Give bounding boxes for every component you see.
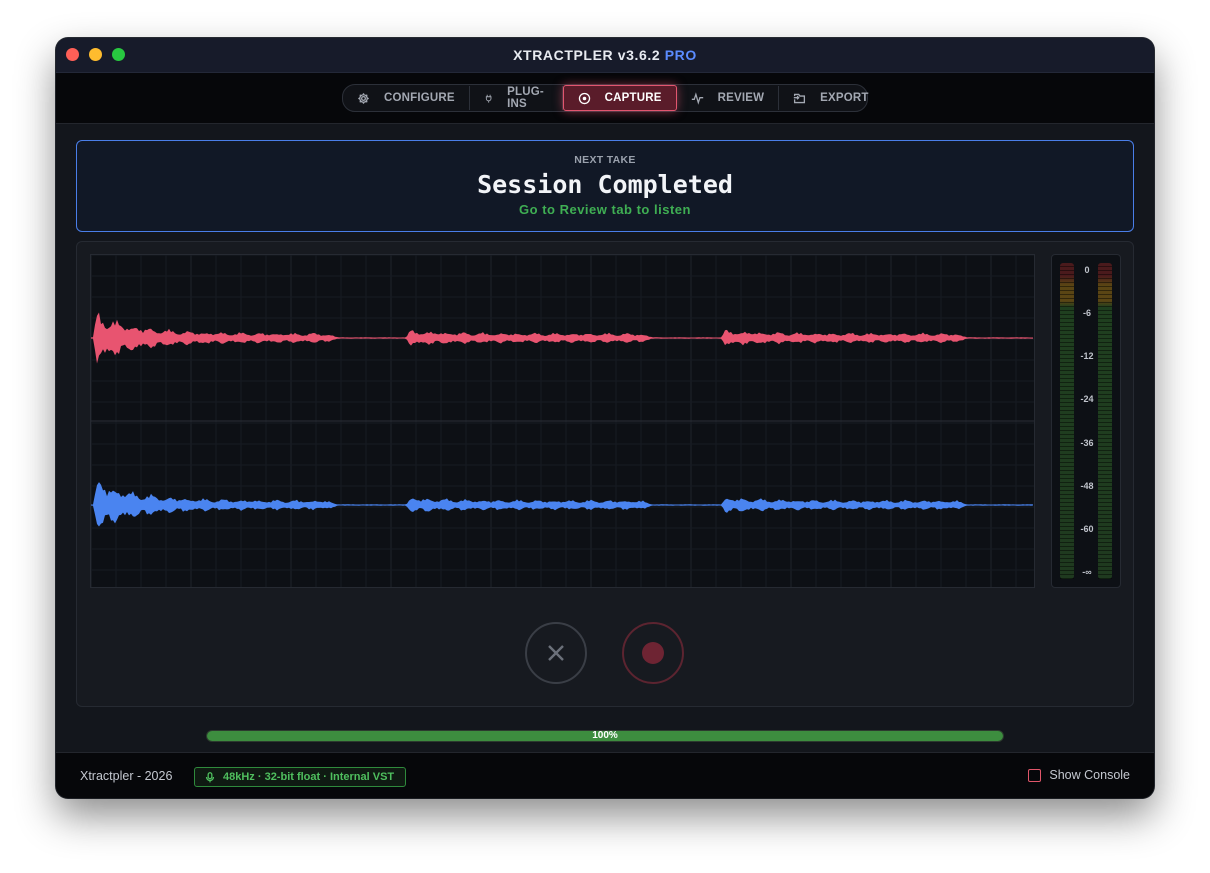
record-button[interactable] bbox=[622, 622, 684, 684]
tab-export[interactable]: EXPORT bbox=[779, 86, 883, 110]
meter-left-channel bbox=[1060, 263, 1074, 579]
meter-tick: -6 bbox=[1082, 308, 1091, 318]
pulse-icon bbox=[691, 91, 703, 105]
meter-tick: -36 bbox=[1080, 438, 1094, 448]
meter-right-channel bbox=[1098, 263, 1112, 579]
tab-bar: CONFIGURE PLUG-INS CAPTURE REVIEW EXPORT bbox=[342, 84, 868, 112]
capture-view: NEXT TAKE Session Completed Go to Review… bbox=[56, 124, 1154, 752]
tab-configure-label: CONFIGURE bbox=[384, 92, 455, 104]
show-console-label: Show Console bbox=[1049, 768, 1130, 782]
plug-icon bbox=[485, 94, 492, 103]
level-meter: 0 -6 -12 -24 -36 -48 -60 -∞ bbox=[1051, 254, 1121, 588]
meter-tick: -∞ bbox=[1082, 567, 1092, 577]
status-bar: Xtractpler - 2026 48kHz · 32-bit float ·… bbox=[56, 752, 1154, 798]
footer-brand: Xtractpler - 2026 bbox=[80, 769, 173, 783]
tab-plug-ins[interactable]: PLUG-INS bbox=[470, 86, 563, 110]
title-bar: XTRACTPLER v3.6.2 PRO bbox=[56, 38, 1154, 73]
waveform-left-channel bbox=[91, 312, 1033, 364]
meter-tick: -24 bbox=[1080, 394, 1094, 404]
meter-tick: 0 bbox=[1084, 265, 1090, 275]
record-dot-icon bbox=[642, 642, 664, 664]
window-title: XTRACTPLER v3.6.2 PRO bbox=[56, 47, 1154, 63]
export-icon bbox=[793, 93, 806, 103]
microphone-icon bbox=[205, 771, 215, 782]
show-console-checkbox[interactable] bbox=[1028, 768, 1042, 782]
tab-plug-ins-label: PLUG-INS bbox=[507, 86, 544, 110]
waveform-display bbox=[90, 254, 1035, 588]
window-title-main: XTRACTPLER v3.6.2 bbox=[513, 47, 661, 63]
next-take-label: NEXT TAKE bbox=[574, 154, 636, 166]
pro-badge: PRO bbox=[664, 47, 697, 63]
review-hint: Go to Review tab to listen bbox=[519, 202, 691, 217]
tab-review[interactable]: REVIEW bbox=[677, 86, 780, 110]
tab-capture-label: CAPTURE bbox=[604, 92, 662, 104]
next-take-banner: NEXT TAKE Session Completed Go to Review… bbox=[76, 140, 1134, 232]
audio-format-text: 48kHz · 32-bit float · Internal VST bbox=[223, 771, 395, 783]
meter-tick: -48 bbox=[1080, 481, 1094, 491]
capture-panel: 0 -6 -12 -24 -36 -48 -60 -∞ bbox=[76, 241, 1134, 707]
meter-tick: -12 bbox=[1080, 351, 1094, 361]
cancel-take-button[interactable] bbox=[525, 622, 587, 684]
tab-configure[interactable]: CONFIGURE bbox=[343, 86, 470, 110]
tab-review-label: REVIEW bbox=[717, 92, 765, 104]
nav-bar: CONFIGURE PLUG-INS CAPTURE REVIEW EXPORT bbox=[56, 73, 1154, 124]
tab-capture[interactable]: CAPTURE bbox=[562, 85, 677, 111]
audio-format-badge: 48kHz · 32-bit float · Internal VST bbox=[194, 767, 407, 787]
progress-percent: 100% bbox=[592, 730, 618, 741]
tab-export-label: EXPORT bbox=[820, 92, 869, 104]
capture-progress-bar: 100% bbox=[206, 730, 1004, 742]
close-icon bbox=[548, 645, 564, 661]
meter-tick: -60 bbox=[1080, 524, 1094, 534]
gear-icon bbox=[358, 92, 369, 104]
app-window: XTRACTPLER v3.6.2 PRO CONFIGURE PLUG-INS… bbox=[56, 38, 1154, 798]
session-status-headline: Session Completed bbox=[477, 170, 733, 199]
show-console-toggle[interactable]: Show Console bbox=[1028, 768, 1130, 782]
record-circle-icon bbox=[578, 92, 590, 104]
waveform-canvas bbox=[91, 255, 1034, 587]
waveform-right-channel bbox=[91, 482, 1033, 527]
